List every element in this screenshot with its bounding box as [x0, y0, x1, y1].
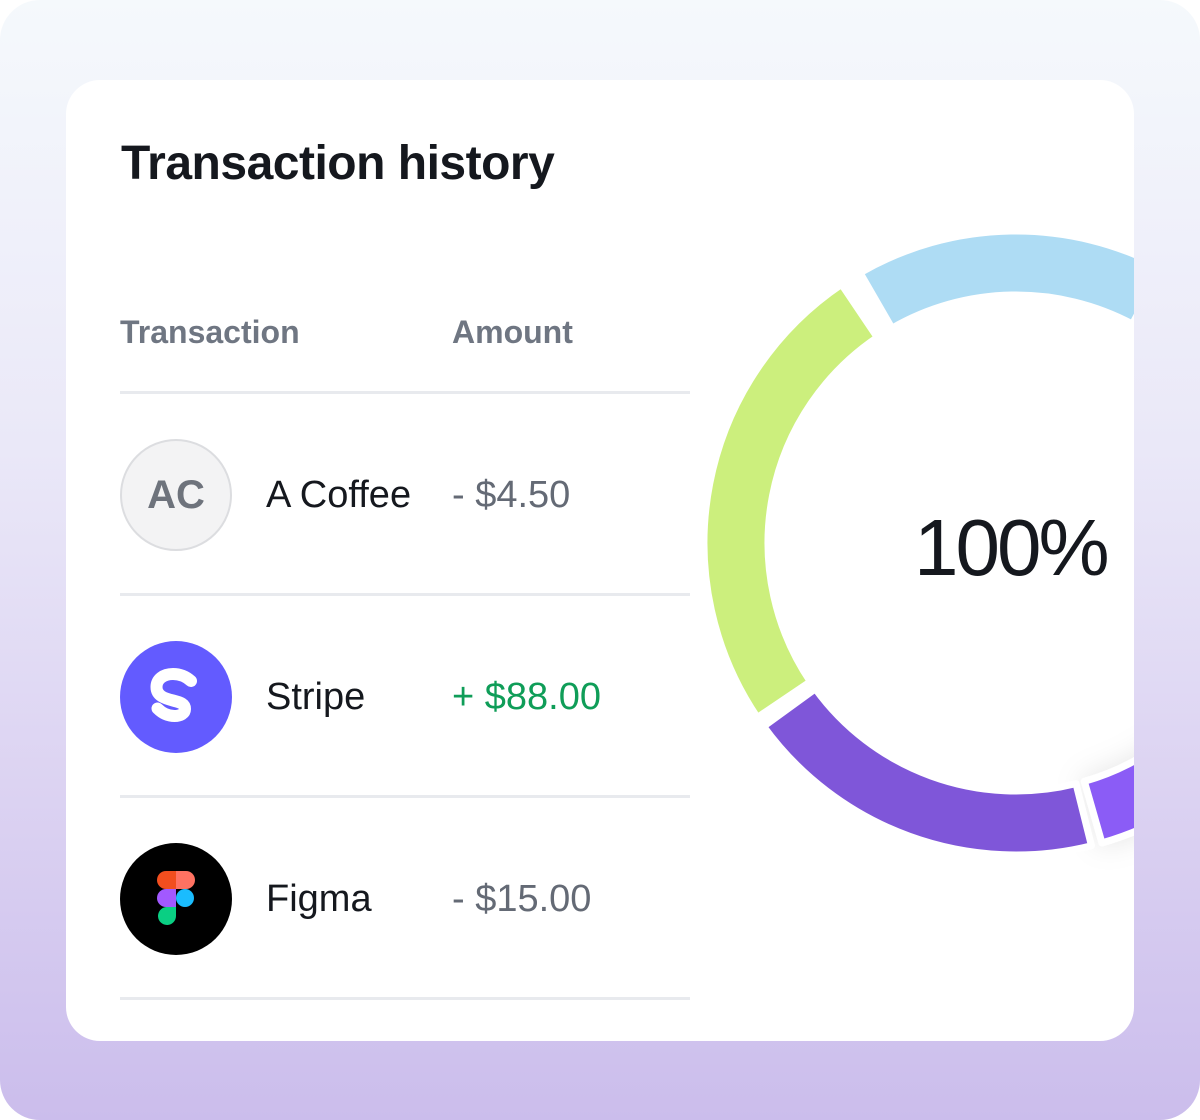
column-header-amount: Amount — [452, 314, 573, 350]
donut-segment-lime — [700, 280, 881, 721]
transaction-name: A Coffee — [266, 474, 412, 516]
donut-segment-light-blue — [856, 227, 1134, 332]
transaction-history-card: Transaction history Transaction Amount A… — [66, 80, 1134, 1041]
figma-logo-icon — [120, 843, 232, 955]
table-row[interactable]: Figma - $15.00 — [120, 798, 690, 1000]
transaction-amount: + $88.00 — [452, 676, 601, 718]
page-background: Transaction history Transaction Amount A… — [0, 0, 1200, 1120]
transaction-amount: - $15.00 — [452, 878, 592, 920]
table-row[interactable]: AC A Coffee - $4.50 — [120, 394, 690, 596]
transaction-amount: - $4.50 — [452, 474, 571, 516]
card-title: Transaction history — [121, 137, 555, 190]
initials-avatar: AC — [120, 439, 232, 551]
transaction-table: Transaction Amount AC A Coffee - $4.50 S… — [120, 300, 690, 1000]
stripe-logo-icon — [120, 641, 232, 753]
donut-segment-purple — [760, 685, 1095, 859]
column-header-transaction: Transaction — [120, 314, 300, 350]
donut-center-label: 100% — [914, 503, 1110, 592]
transaction-name: Figma — [266, 878, 372, 920]
table-header: Transaction Amount — [120, 300, 690, 394]
transaction-name: Stripe — [266, 676, 366, 718]
table-row[interactable]: Stripe + $88.00 — [120, 596, 690, 798]
